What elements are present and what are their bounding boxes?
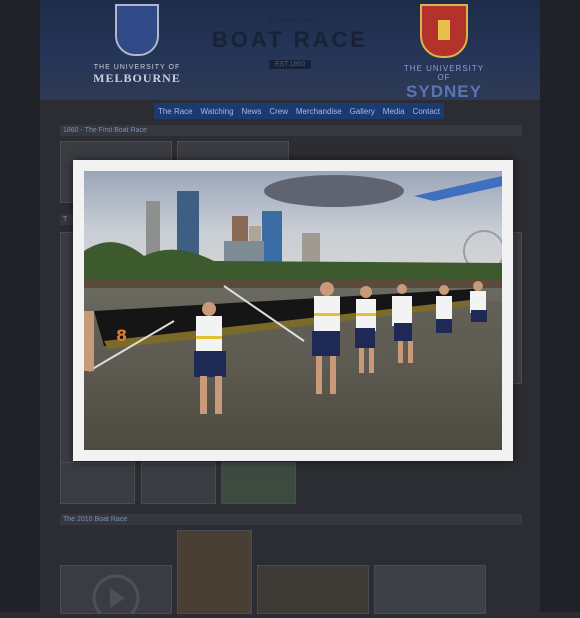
rowing-crew-photo-image: 8 (84, 171, 502, 450)
lightbox-photo[interactable]: 8 (84, 171, 502, 450)
lightbox-frame: 8 (73, 160, 513, 461)
svg-text:8: 8 (116, 326, 127, 345)
